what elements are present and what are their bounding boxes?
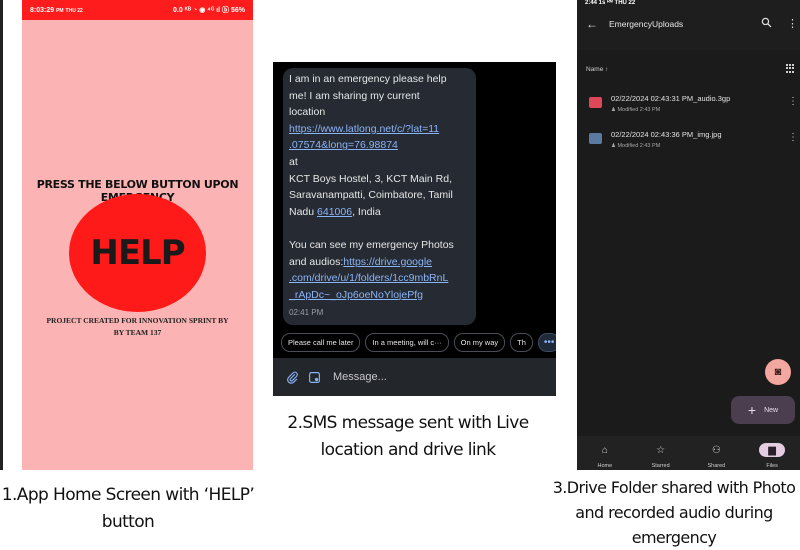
nav-item-shared[interactable]: ⚇ Shared xyxy=(691,436,741,470)
file-modified: ♟ Modified 2:43 PM xyxy=(611,143,661,149)
drive-link[interactable]: _rApDc~_oJp6oeNoYlojePfg xyxy=(289,287,474,304)
status-time: 8:03:29 PM THU 22 xyxy=(30,6,83,14)
grid-view-icon[interactable] xyxy=(786,64,795,73)
message-line: me! I am sharing my current xyxy=(289,89,420,102)
caption-sms: 2.SMS message sent with Live location an… xyxy=(287,413,529,460)
caption-drive: 3.Drive Folder shared with Photo and rec… xyxy=(552,478,796,547)
nav-item-home[interactable]: ⌂ Home xyxy=(580,436,630,470)
pin-code-link[interactable]: 641006 xyxy=(317,206,352,218)
folder-title: EmergencyUploads xyxy=(609,19,684,29)
back-arrow-icon[interactable]: ← xyxy=(586,17,598,31)
sort-by-name[interactable]: Name ↑ xyxy=(586,66,608,73)
image-file-icon xyxy=(589,133,602,144)
location-link[interactable]: https://www.latlong.net/c/?lat=11 xyxy=(289,121,474,138)
nav-item-files[interactable]: ▆ Files xyxy=(747,436,797,470)
home-icon: ⌂ xyxy=(601,444,608,456)
file-row[interactable]: 02/22/2024 02:43:36 PM_img.jpg ♟ Modifie… xyxy=(577,124,800,154)
plus-icon: + xyxy=(747,402,757,418)
search-icon[interactable] xyxy=(761,17,772,31)
quick-reply-chip[interactable]: On my way xyxy=(453,333,506,352)
address-line: Nadu 641006, India xyxy=(289,205,381,218)
message-text: I am in an emergency please help me! I a… xyxy=(289,71,474,322)
message-input[interactable]: Message... xyxy=(333,371,387,383)
file-row[interactable]: 02/22/2024 02:43:31 PM_audio.3gp ♟ Modif… xyxy=(577,88,800,118)
project-credit-line-1: PROJECT CREATED FOR INNOVATION SPRINT BY xyxy=(46,316,229,325)
file-more-icon[interactable]: ⋮ xyxy=(788,132,798,143)
upload-photo-fab[interactable]: ◙ xyxy=(765,359,791,385)
camera-icon: ◙ xyxy=(774,366,782,378)
new-button[interactable]: + New xyxy=(731,396,795,424)
quick-reply-chip[interactable]: Th xyxy=(510,333,533,352)
address-line: Saravanampatti, Coimbatore, Tamil xyxy=(289,189,453,202)
sms-screenshot: I am in an emergency please help me! I a… xyxy=(273,62,556,396)
quick-replies: Please call me later In a meeting, will … xyxy=(281,333,556,352)
more-icon[interactable]: ••• xyxy=(537,333,556,352)
quick-reply-chip[interactable]: Please call me later xyxy=(281,333,361,352)
drive-link[interactable]: https://drive.google xyxy=(343,256,432,268)
compose-bar: Message... xyxy=(273,358,556,396)
folder-icon: ▆ xyxy=(759,443,786,457)
file-name: 02/22/2024 02:43:36 PM_img.jpg xyxy=(611,130,722,139)
project-credit-line-2: BY TEAM 137 xyxy=(113,328,162,337)
quick-reply-chip[interactable]: In a meeting, will c··· xyxy=(365,333,449,352)
file-modified: ♟ Modified 2:43 PM xyxy=(611,107,661,113)
message-line: I am in an emergency please help xyxy=(289,73,447,85)
status-icons: 0.0 ᴷᴮ ◔ ◉ ⁴ᴳ ıl ⓑ 56% xyxy=(173,7,245,14)
message-time: 02:41 PM xyxy=(289,308,324,318)
status-bar: 2:44 1s ᴿᴹ THU 22 xyxy=(585,0,636,6)
left-edge-divider xyxy=(0,0,3,470)
file-more-icon[interactable]: ⋮ xyxy=(788,96,798,107)
file-name: 02/22/2024 02:43:31 PM_audio.3gp xyxy=(611,94,731,103)
status-bar: 8:03:29 PM THU 22 0.0 ᴷᴮ ◔ ◉ ⁴ᴳ ıl ⓑ 56% xyxy=(22,0,253,20)
shared-icon: ⚇ xyxy=(711,444,721,456)
project-credit: PROJECT CREATED FOR INNOVATION SPRINT BY… xyxy=(32,315,243,339)
paperclip-icon[interactable] xyxy=(285,370,299,384)
caption-app-home: 1.App Home Screen with ‘HELP’ button xyxy=(1,485,255,532)
message-line: location xyxy=(289,106,326,119)
gallery-icon[interactable] xyxy=(307,370,321,384)
help-button-label: HELP xyxy=(90,233,185,273)
drive-folder-screenshot: 2:44 1s ᴿᴹ THU 22 ← EmergencyUploads ⋮ N… xyxy=(577,0,800,470)
location-link[interactable]: .07574&long=76.98874 xyxy=(289,137,474,154)
drive-link[interactable]: .com/drive/u/1/folders/1cc9mbRnL xyxy=(289,270,474,287)
photos-line: and audios:https://drive.google xyxy=(289,255,433,268)
help-button[interactable]: HELP xyxy=(69,194,206,312)
new-button-label: New xyxy=(764,406,779,414)
address-line: at xyxy=(289,155,298,168)
bottom-navigation: ⌂ Home ☆ Starred ⚇ Shared ▆ Files xyxy=(577,436,800,470)
photos-line: You can see my emergency Photos xyxy=(289,238,454,251)
app-home-screenshot: 8:03:29 PM THU 22 0.0 ᴷᴮ ◔ ◉ ⁴ᴳ ıl ⓑ 56%… xyxy=(22,0,253,470)
audio-file-icon xyxy=(589,97,602,108)
star-icon: ☆ xyxy=(656,444,666,456)
address-line: KCT Boys Hostel, 3, KCT Main Rd, xyxy=(289,172,453,185)
overflow-menu-icon[interactable]: ⋮ xyxy=(787,17,798,30)
nav-item-starred[interactable]: ☆ Starred xyxy=(636,436,686,470)
